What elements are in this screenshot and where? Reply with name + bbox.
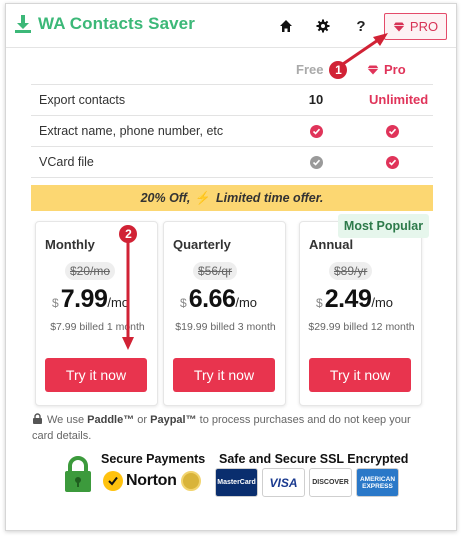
- price-period: /mo: [107, 295, 130, 310]
- free-column-label: Free: [296, 62, 324, 77]
- free-value: [301, 123, 331, 139]
- plan-old-price: $56/qr: [193, 262, 238, 280]
- discover-logo: DISCOVER: [309, 468, 352, 497]
- gem-icon: [393, 22, 405, 31]
- plan-name: Monthly: [45, 237, 95, 252]
- plan-name: Annual: [309, 237, 354, 252]
- pro-value: [369, 123, 415, 139]
- plan-billed-text: $19.99 billed 3 month: [175, 321, 276, 333]
- bolt-icon: ⚡: [195, 190, 211, 205]
- visa-logo: VISA: [262, 468, 305, 497]
- free-value: 10: [308, 92, 324, 107]
- norton-seal-icon: [180, 471, 201, 491]
- popup-window: WA Contacts Saver ? PRO Free Pro Export …: [5, 3, 457, 531]
- promo-discount: 20% Off,: [140, 191, 191, 205]
- price-amount: 7.99: [60, 285, 108, 313]
- plan-price: $ 6.66 /mo: [180, 285, 257, 314]
- gear-icon: [316, 19, 330, 33]
- plan-price: $ 2.49 /mo: [316, 285, 393, 314]
- annotation-label-1: 1: [335, 63, 342, 77]
- brand: WA Contacts Saver: [14, 14, 195, 34]
- gem-icon: [367, 65, 379, 74]
- amex-logo: AMERICAN EXPRESS: [356, 468, 399, 497]
- price-period: /mo: [235, 295, 258, 310]
- help-icon: ?: [356, 17, 366, 35]
- price-amount: 2.49: [324, 285, 372, 313]
- padlock-icon: [65, 456, 91, 492]
- currency-symbol: $: [52, 296, 59, 310]
- feature-label: Extract name, phone number, etc: [39, 124, 224, 138]
- free-value: [301, 154, 331, 170]
- promo-banner: 20% Off, ⚡ Limited time offer.: [31, 185, 433, 211]
- home-icon: [280, 20, 292, 32]
- pro-column-text: Pro: [384, 62, 406, 77]
- plan-old-price: $89/yr: [329, 262, 373, 280]
- plan-price: $ 7.99 /mo: [52, 285, 129, 314]
- norton-check-icon: [103, 471, 123, 491]
- plan-card-annual: Annual $89/yr $ 2.49 /mo $29.99 billed 1…: [299, 221, 422, 406]
- app-title: WA Contacts Saver: [38, 14, 195, 33]
- annotation-label-2: 2: [125, 227, 132, 241]
- price-period: /mo: [371, 295, 394, 310]
- plan-name: Quarterly: [173, 237, 231, 252]
- most-popular-badge: Most Popular: [338, 214, 429, 238]
- plan-card-quarterly: Quarterly $56/qr $ 6.66 /mo $19.99 bille…: [163, 221, 286, 406]
- check-icon: [385, 156, 399, 169]
- check-icon: [385, 125, 399, 138]
- secure-payments-text: Secure Payments: [101, 452, 206, 466]
- try-annual-button[interactable]: Try it now: [309, 358, 411, 392]
- norton-text: Norton: [126, 472, 177, 489]
- pro-value: [369, 154, 415, 170]
- feature-label: VCard file: [39, 155, 94, 169]
- lock-icon: [33, 413, 42, 424]
- table-divider: [31, 177, 433, 178]
- currency-symbol: $: [316, 296, 323, 310]
- feature-row-extract: Extract name, phone number, etc: [31, 115, 433, 146]
- mastercard-logo: MasterCard: [215, 468, 258, 497]
- ssl-text: Safe and Secure SSL Encrypted: [219, 452, 409, 466]
- note-text-before: We use: [47, 414, 88, 426]
- settings-button[interactable]: [313, 16, 333, 36]
- norton-badge: Norton: [103, 471, 201, 491]
- plan-billed-text: $7.99 billed 1 month: [50, 321, 145, 333]
- plan-old-price: $20/mo: [65, 262, 116, 280]
- header: WA Contacts Saver ? PRO: [6, 4, 456, 48]
- comparison-header: Free Pro: [6, 58, 456, 82]
- check-disabled-icon: [309, 156, 323, 169]
- pro-button[interactable]: PRO: [384, 13, 447, 40]
- home-button[interactable]: [276, 16, 296, 36]
- pro-column-label: Pro: [367, 62, 406, 77]
- card-brand-logos: MasterCard VISA DISCOVER AMERICAN EXPRES…: [215, 468, 403, 497]
- paypal-text: Paypal™: [150, 414, 197, 426]
- pro-value: Unlimited: [369, 92, 429, 107]
- plan-card-monthly: Monthly $20/mo $ 7.99 /mo $7.99 billed 1…: [35, 221, 158, 406]
- currency-symbol: $: [180, 296, 187, 310]
- pro-button-label: PRO: [409, 19, 439, 34]
- promo-offer: Limited time offer.: [215, 191, 324, 205]
- try-quarterly-button[interactable]: Try it now: [173, 358, 275, 392]
- trust-badges: Secure Payments Safe and Secure SSL Encr…: [63, 449, 413, 499]
- feature-row-vcard: VCard file: [31, 146, 433, 177]
- paddle-text: Paddle™: [87, 414, 135, 426]
- payment-note: We use Paddle™ or Paypal™ to process pur…: [32, 412, 432, 444]
- feature-label: Export contacts: [39, 93, 126, 107]
- help-button[interactable]: ?: [351, 16, 371, 36]
- feature-row-export: Export contacts 10 Unlimited: [31, 84, 433, 115]
- download-icon: [15, 15, 31, 33]
- check-icon: [309, 125, 323, 138]
- note-text-or: or: [134, 414, 151, 426]
- plan-billed-text: $29.99 billed 12 month: [308, 321, 415, 333]
- price-amount: 6.66: [188, 285, 236, 313]
- try-monthly-button[interactable]: Try it now: [45, 358, 147, 392]
